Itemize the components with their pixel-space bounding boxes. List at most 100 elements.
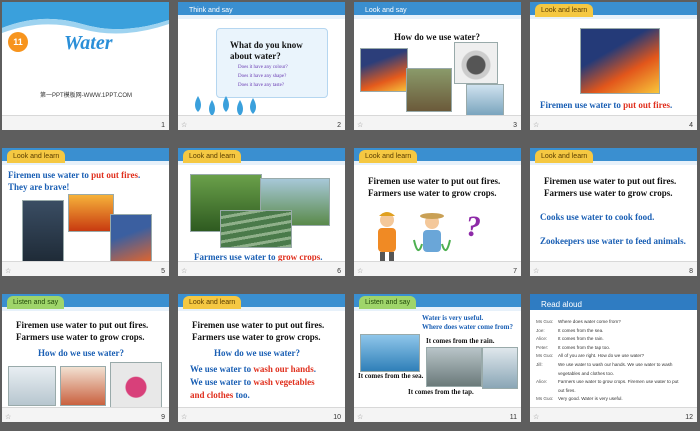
- sentence-1: Firemen use water to put out fires.: [368, 176, 501, 186]
- slide-tab: Look and learn: [359, 150, 418, 163]
- slide-thumbnail-10[interactable]: Look and learn Firemen use water to put …: [178, 294, 345, 422]
- slide-thumbnail-9[interactable]: Listen and say Firemen use water to put …: [2, 294, 169, 422]
- speaker-label: Jill:: [536, 361, 543, 367]
- slide-thumbnail-3[interactable]: Look and say How do we use water? ☆ 3: [354, 2, 521, 130]
- slide-number: 11: [509, 414, 517, 421]
- slide-sentence: Firemen use water to put out fires.: [8, 170, 141, 180]
- speaker-label: [536, 370, 558, 379]
- washing-hands-photo: [8, 366, 56, 406]
- slide-number: 1: [161, 122, 165, 129]
- dialogue: Ms Guo: Where does water come from? Joe: It…: [536, 318, 693, 404]
- top-line-2: Where does water come from?: [422, 323, 513, 331]
- slide-thumbnail-11[interactable]: Listen and say Water is very useful. Whe…: [354, 294, 521, 422]
- slide-number: 2: [337, 122, 341, 129]
- slide-number: 7: [513, 268, 517, 275]
- farmer-cartoon: [413, 213, 451, 252]
- slide-thumbnail-4[interactable]: Look and learn Firemen use water to put …: [530, 2, 697, 130]
- slide-heading: How do we use water?: [394, 32, 480, 42]
- slide-tab: Look and say: [365, 7, 407, 14]
- star-icon: ☆: [181, 267, 188, 275]
- question-3: Does it have any taste?: [238, 83, 285, 88]
- fire-photo: [360, 48, 408, 92]
- sentence-4: Zookeepers use water to feed animals.: [540, 236, 686, 246]
- sentence-1: Firemen use water to put out fires.: [192, 320, 325, 330]
- vegetables-photo: [60, 366, 106, 406]
- star-icon: ☆: [5, 267, 12, 275]
- clothes-basin-photo: [110, 362, 162, 408]
- slide-title: Water: [64, 32, 113, 54]
- dialogue-line: Jill: We use water to wash our hands. We …: [536, 361, 693, 370]
- question-2: Does it have any shape?: [238, 74, 287, 79]
- rain-label: It comes from the rain.: [426, 337, 495, 345]
- ladder-truck-photo: [110, 214, 152, 264]
- dialogue-line: vegetables and clothes too.: [536, 370, 693, 379]
- slide-thumbnail-2[interactable]: Think and say What do you know about wat…: [178, 2, 345, 130]
- dialogue-text: Where does water come from?: [558, 319, 621, 324]
- sentence-3: Cooks use water to cook food.: [540, 212, 655, 222]
- speaker-label: Ms Guo:: [536, 353, 554, 359]
- speaker-label: Joe:: [536, 327, 545, 333]
- dialogue-text: out fires.: [558, 387, 576, 393]
- fireman-cartoon: [378, 212, 396, 262]
- lesson-badge: 11: [8, 32, 28, 52]
- question: How do we use water?: [38, 348, 124, 358]
- star-icon: ☆: [181, 121, 188, 129]
- slide-thumbnail-5[interactable]: Look and learn Firemen use water to put …: [2, 148, 169, 276]
- dialogue-line: Ms Guo: Very good. Water is very useful.: [536, 395, 693, 404]
- answer-2-continued: and clothes too.: [190, 390, 250, 400]
- star-icon: ☆: [533, 267, 540, 275]
- dialogue-text: Farmers use water to grow crops. Firemen…: [558, 379, 679, 385]
- dialogue-text: It comes from the rain.: [558, 336, 604, 342]
- slide-tab: Think and say: [189, 7, 233, 14]
- speaker-label: Ms Guo:: [536, 396, 554, 402]
- speaker-label: Alice:: [536, 379, 548, 385]
- question-1: Does it have any colour?: [238, 65, 288, 70]
- slide-tab: Look and learn: [535, 150, 594, 163]
- answer-1: We use water to wash our hands.: [190, 364, 316, 374]
- slide-number: 6: [337, 268, 341, 275]
- tap-photo: [466, 84, 504, 116]
- slide-number: 5: [161, 268, 165, 275]
- dialogue-line: Joe: It comes from the sea.: [536, 327, 693, 336]
- tap-label: It comes from the tap.: [408, 388, 474, 396]
- slide-tab: Read aloud: [541, 300, 582, 309]
- speaker-label: Ms Guo:: [536, 319, 554, 324]
- slide-tab: Look and learn: [183, 150, 242, 163]
- slide-thumbnail-8[interactable]: Look and learn Firemen use water to put …: [530, 148, 697, 276]
- slide-tab: Look and learn: [7, 150, 66, 163]
- sea-label: It comes from the sea.: [358, 372, 424, 380]
- sentence-1: Firemen use water to put out fires.: [16, 320, 149, 330]
- top-line-1: Water is very useful.: [422, 314, 484, 322]
- sentence-2: Farmers use water to grow crops.: [368, 188, 497, 198]
- dialogue-line: Alice: It comes from the rain.: [536, 335, 693, 344]
- dialogue-line: Ms Guo: Where does water come from?: [536, 318, 693, 327]
- star-icon: ☆: [181, 413, 188, 421]
- slide-thumbnail-7[interactable]: Look and learn Firemen use water to put …: [354, 148, 521, 276]
- dialogue-line: out fires.: [536, 387, 693, 396]
- rain-photo: [426, 347, 482, 387]
- star-icon: ☆: [357, 413, 364, 421]
- watermark-text: 第一PPT模板网-WWW.1PPT.COM: [40, 93, 132, 99]
- star-icon: ☆: [533, 413, 540, 421]
- slide-thumbnail-12[interactable]: Read aloud Ms Guo: Where does water come …: [530, 294, 697, 422]
- farmer-photo: [406, 68, 452, 112]
- slide-tab: Look and learn: [535, 4, 594, 17]
- sentence-2: Farmers use water to grow crops.: [16, 332, 145, 342]
- speaker-label: [536, 387, 558, 396]
- question-mark: ?: [466, 210, 481, 243]
- slide-number: 3: [513, 122, 517, 129]
- slide-thumbnail-6[interactable]: Look and learn Farmers use water to grow…: [178, 148, 345, 276]
- slide-thumbnail-1[interactable]: 11 Water 第一PPT模板网-WWW.1PPT.COM 1: [2, 2, 169, 130]
- tap-photo: [482, 347, 518, 389]
- heading-line-2: about water?: [230, 51, 281, 61]
- heading-line-1: What do you know: [230, 40, 303, 50]
- speaker-label: Alice:: [536, 336, 548, 342]
- dialogue-text: All of you are right. How do we use wate…: [558, 353, 645, 359]
- dialogue-line: Ms Guo: All of you are right. How do we u…: [536, 352, 693, 361]
- fire-truck-photo: [580, 28, 660, 94]
- slide-sentence: Firemen use water to put out fires.: [540, 100, 673, 110]
- firefighter-photo: [22, 200, 64, 264]
- sentence-1: Firemen use water to put out fires.: [544, 176, 677, 186]
- slide-sentence-2: They are brave!: [8, 182, 70, 192]
- answer-2: We use water to wash vegetables: [190, 377, 315, 387]
